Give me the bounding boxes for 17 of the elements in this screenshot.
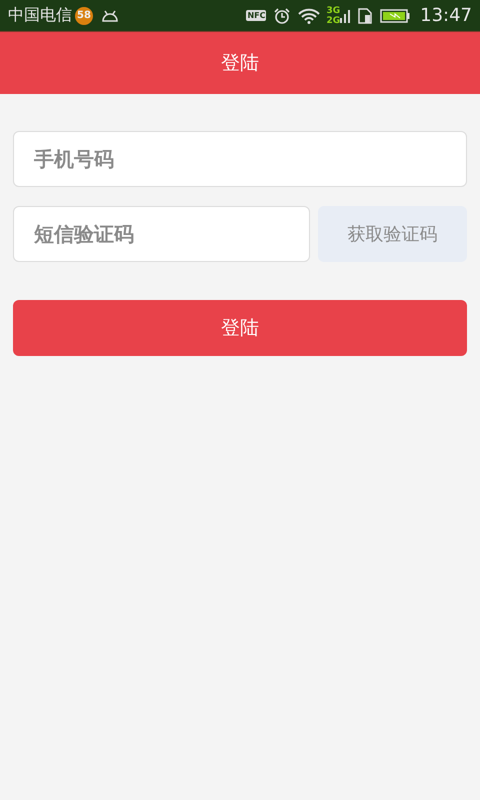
alarm-clock-icon <box>274 8 290 24</box>
android-icon <box>101 10 119 22</box>
network-type: 3G <box>326 6 340 16</box>
nfc-icon: NFC <box>246 10 266 21</box>
clock-time: 13:47 <box>420 5 472 26</box>
network-type: 2G <box>326 16 340 26</box>
sms-code-field[interactable]: 短信验证码 <box>13 206 310 262</box>
sim-card-icon <box>358 8 372 24</box>
get-code-button[interactable]: 获取验证码 <box>318 206 467 262</box>
wifi-icon <box>298 8 320 24</box>
carrier-name: 中国电信 <box>8 5 72 26</box>
signal-icon <box>340 8 350 24</box>
phone-number-field[interactable]: 手机号码 <box>13 131 467 187</box>
battery-icon <box>380 8 410 22</box>
login-button[interactable]: 登陆 <box>13 300 467 356</box>
page-title: 登陆 <box>221 51 259 76</box>
notification-badge: 58 <box>75 6 93 24</box>
